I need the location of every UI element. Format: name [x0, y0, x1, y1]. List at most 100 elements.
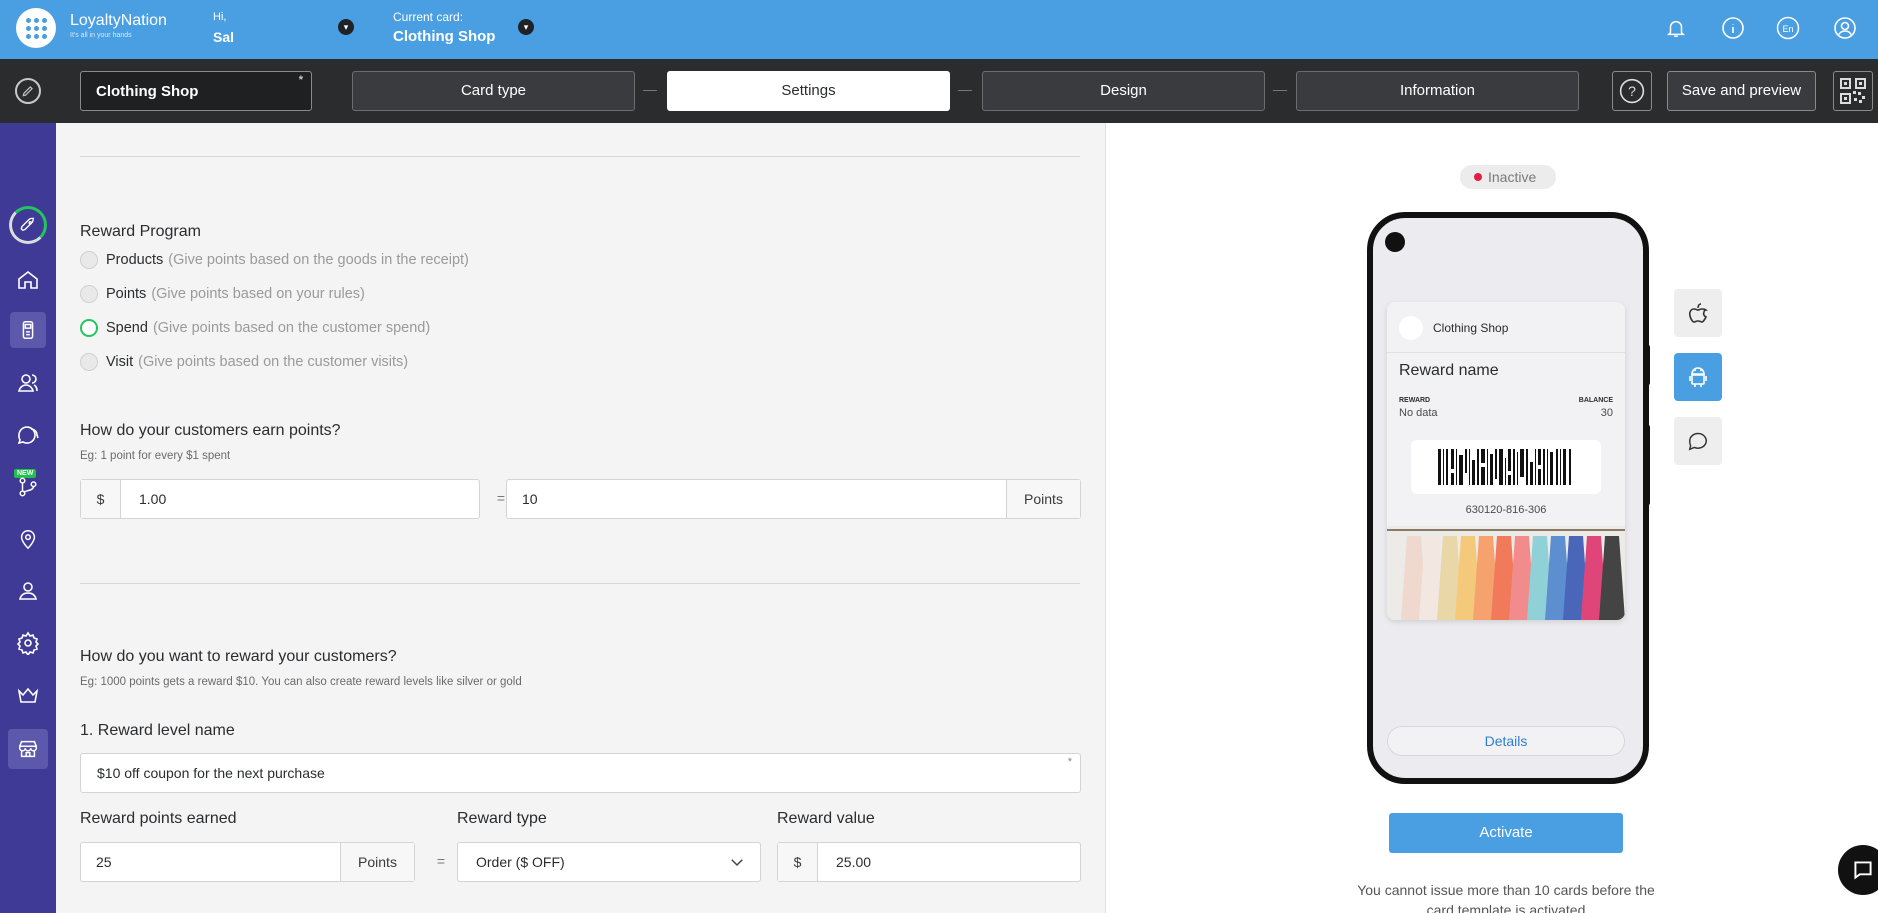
radio-option-spend[interactable]: Spend (Give points based on the customer…: [80, 318, 430, 338]
sidebar-item-messages[interactable]: [10, 417, 46, 453]
message-icon: [1688, 432, 1707, 451]
info-icon[interactable]: [1721, 16, 1745, 40]
step-separator: [958, 90, 972, 91]
activate-button[interactable]: Activate: [1389, 813, 1623, 853]
sidebar-item-flows[interactable]: [10, 469, 46, 505]
reward-type-label: Reward type: [457, 810, 547, 827]
required-mark: *: [298, 74, 303, 86]
sidebar-item-settings[interactable]: [10, 625, 46, 661]
bell-icon[interactable]: [1664, 16, 1688, 40]
spend-amount-value: 1.00: [139, 491, 167, 507]
radio-description: (Give points based on the customer spend…: [152, 320, 431, 336]
sidebar-item-terminal[interactable]: [10, 312, 46, 348]
reward-level-name-input[interactable]: $10 off coupon for the next purchase *: [80, 753, 1081, 793]
store-icon: [19, 740, 37, 758]
radio-option-products[interactable]: Products (Give points based on the goods…: [80, 250, 469, 270]
pass-balance-value: 30: [1600, 407, 1613, 419]
apple-icon: [1688, 303, 1708, 323]
sidebar-item-locations[interactable]: [10, 521, 46, 557]
sidebar-item-launch[interactable]: [8, 205, 48, 245]
step-design[interactable]: Design: [982, 71, 1265, 111]
divider: [80, 583, 1080, 584]
radio-label: Spend: [106, 320, 148, 336]
radio-label: Products: [106, 252, 164, 268]
messages-icon: [17, 426, 39, 445]
brand-name: LoyaltyNation: [70, 12, 167, 29]
user-chevron-down-icon[interactable]: ▾: [338, 19, 354, 35]
currency-addon: $: [81, 480, 121, 518]
points-earned-value: 10: [522, 491, 538, 507]
reward-level-name-value: $10 off coupon for the next purchase: [97, 765, 325, 781]
required-mark: *: [1067, 756, 1072, 768]
card-terminal-icon: [22, 321, 34, 339]
pass-shop-name: Clothing Shop: [1433, 321, 1509, 335]
reward-points-input[interactable]: 25 Points: [80, 842, 415, 882]
phone-side-button: [1646, 425, 1650, 505]
step-separator: [1273, 90, 1287, 91]
step-settings[interactable]: Settings: [667, 71, 950, 111]
reward-value-input[interactable]: $ 25.00: [777, 842, 1081, 882]
sidebar-item-store[interactable]: [8, 729, 48, 769]
chat-support-icon[interactable]: [1838, 845, 1878, 895]
help-button[interactable]: ?: [1612, 71, 1652, 111]
pass-reward-name: Reward name: [1399, 362, 1499, 379]
radio-option-visit[interactable]: Visit (Give points based on the customer…: [80, 352, 408, 372]
sidebar-item-customers[interactable]: [10, 365, 46, 401]
apple-preview-button[interactable]: [1674, 289, 1722, 337]
pass-logo: [1399, 316, 1423, 340]
reward-program-title: Reward Program: [80, 223, 201, 240]
phone-mockup: Clothing Shop Reward name REWARD No data…: [1367, 212, 1649, 784]
current-card-label: Current card:: [393, 10, 464, 24]
logo-icon[interactable]: [16, 8, 56, 48]
user-icon: [18, 582, 38, 600]
android-preview-button[interactable]: [1674, 353, 1722, 401]
radio-button-checked[interactable]: [80, 319, 98, 337]
sidebar-item-home[interactable]: [10, 262, 46, 298]
status-badge: Inactive: [1460, 165, 1556, 189]
reward-points-value: 25: [96, 854, 112, 870]
user-name[interactable]: Sal: [213, 29, 234, 45]
equals-sign: =: [436, 853, 446, 869]
edit-pencil-icon[interactable]: [15, 78, 41, 104]
sidebar-item-user[interactable]: [10, 573, 46, 609]
camera-icon: [1385, 232, 1405, 252]
status-dot: [1474, 173, 1482, 181]
details-button[interactable]: Details: [1387, 726, 1625, 756]
radio-button[interactable]: [80, 353, 98, 371]
language-icon[interactable]: En: [1776, 16, 1800, 40]
reward-level-title: 1. Reward level name: [80, 722, 235, 739]
radio-option-points[interactable]: Points (Give points based on your rules): [80, 284, 365, 304]
card-chevron-down-icon[interactable]: ▾: [518, 19, 534, 35]
brand-tagline: It's all in your hands: [70, 32, 132, 39]
activation-note: You cannot issue more than 10 cards befo…: [1357, 882, 1655, 913]
flow-icon: [19, 477, 37, 497]
pass-clothing-image: [1387, 526, 1625, 620]
step-information[interactable]: Information: [1296, 71, 1579, 111]
reward-type-value: Order ($ OFF): [476, 854, 565, 870]
qr-code-icon[interactable]: [1833, 71, 1873, 111]
sidebar: NEW: [0, 123, 56, 913]
pass-balance-label: BALANCE: [1578, 397, 1613, 404]
points-earned-input[interactable]: 10 Points: [506, 479, 1081, 519]
reward-value-label: Reward value: [777, 810, 875, 827]
step-card-type[interactable]: Card type: [352, 71, 635, 111]
radio-label: Points: [106, 286, 147, 302]
language-code: En: [1782, 24, 1793, 34]
customers-icon: [17, 374, 38, 392]
profile-icon[interactable]: [1833, 16, 1857, 40]
crown-icon: [17, 687, 39, 703]
current-card-name[interactable]: Clothing Shop: [393, 28, 495, 45]
save-and-preview-button[interactable]: Save and preview: [1667, 71, 1816, 111]
settings-icon: [16, 631, 40, 655]
radio-button[interactable]: [80, 285, 98, 303]
reward-type-select[interactable]: Order ($ OFF): [457, 842, 761, 882]
radio-description: (Give points based on your rules): [151, 286, 365, 302]
message-preview-button[interactable]: [1674, 417, 1722, 465]
card-name-input[interactable]: Clothing Shop *: [80, 71, 312, 111]
card-preview-pane: Inactive Clothing Shop Reward name REWAR…: [1105, 123, 1878, 913]
radio-button[interactable]: [80, 251, 98, 269]
spend-amount-input[interactable]: $ 1.00: [80, 479, 480, 519]
reward-customers-hint: Eg: 1000 points gets a reward $10. You c…: [80, 676, 522, 688]
points-unit-addon: Points: [340, 843, 414, 881]
sidebar-item-premium[interactable]: [10, 677, 46, 713]
